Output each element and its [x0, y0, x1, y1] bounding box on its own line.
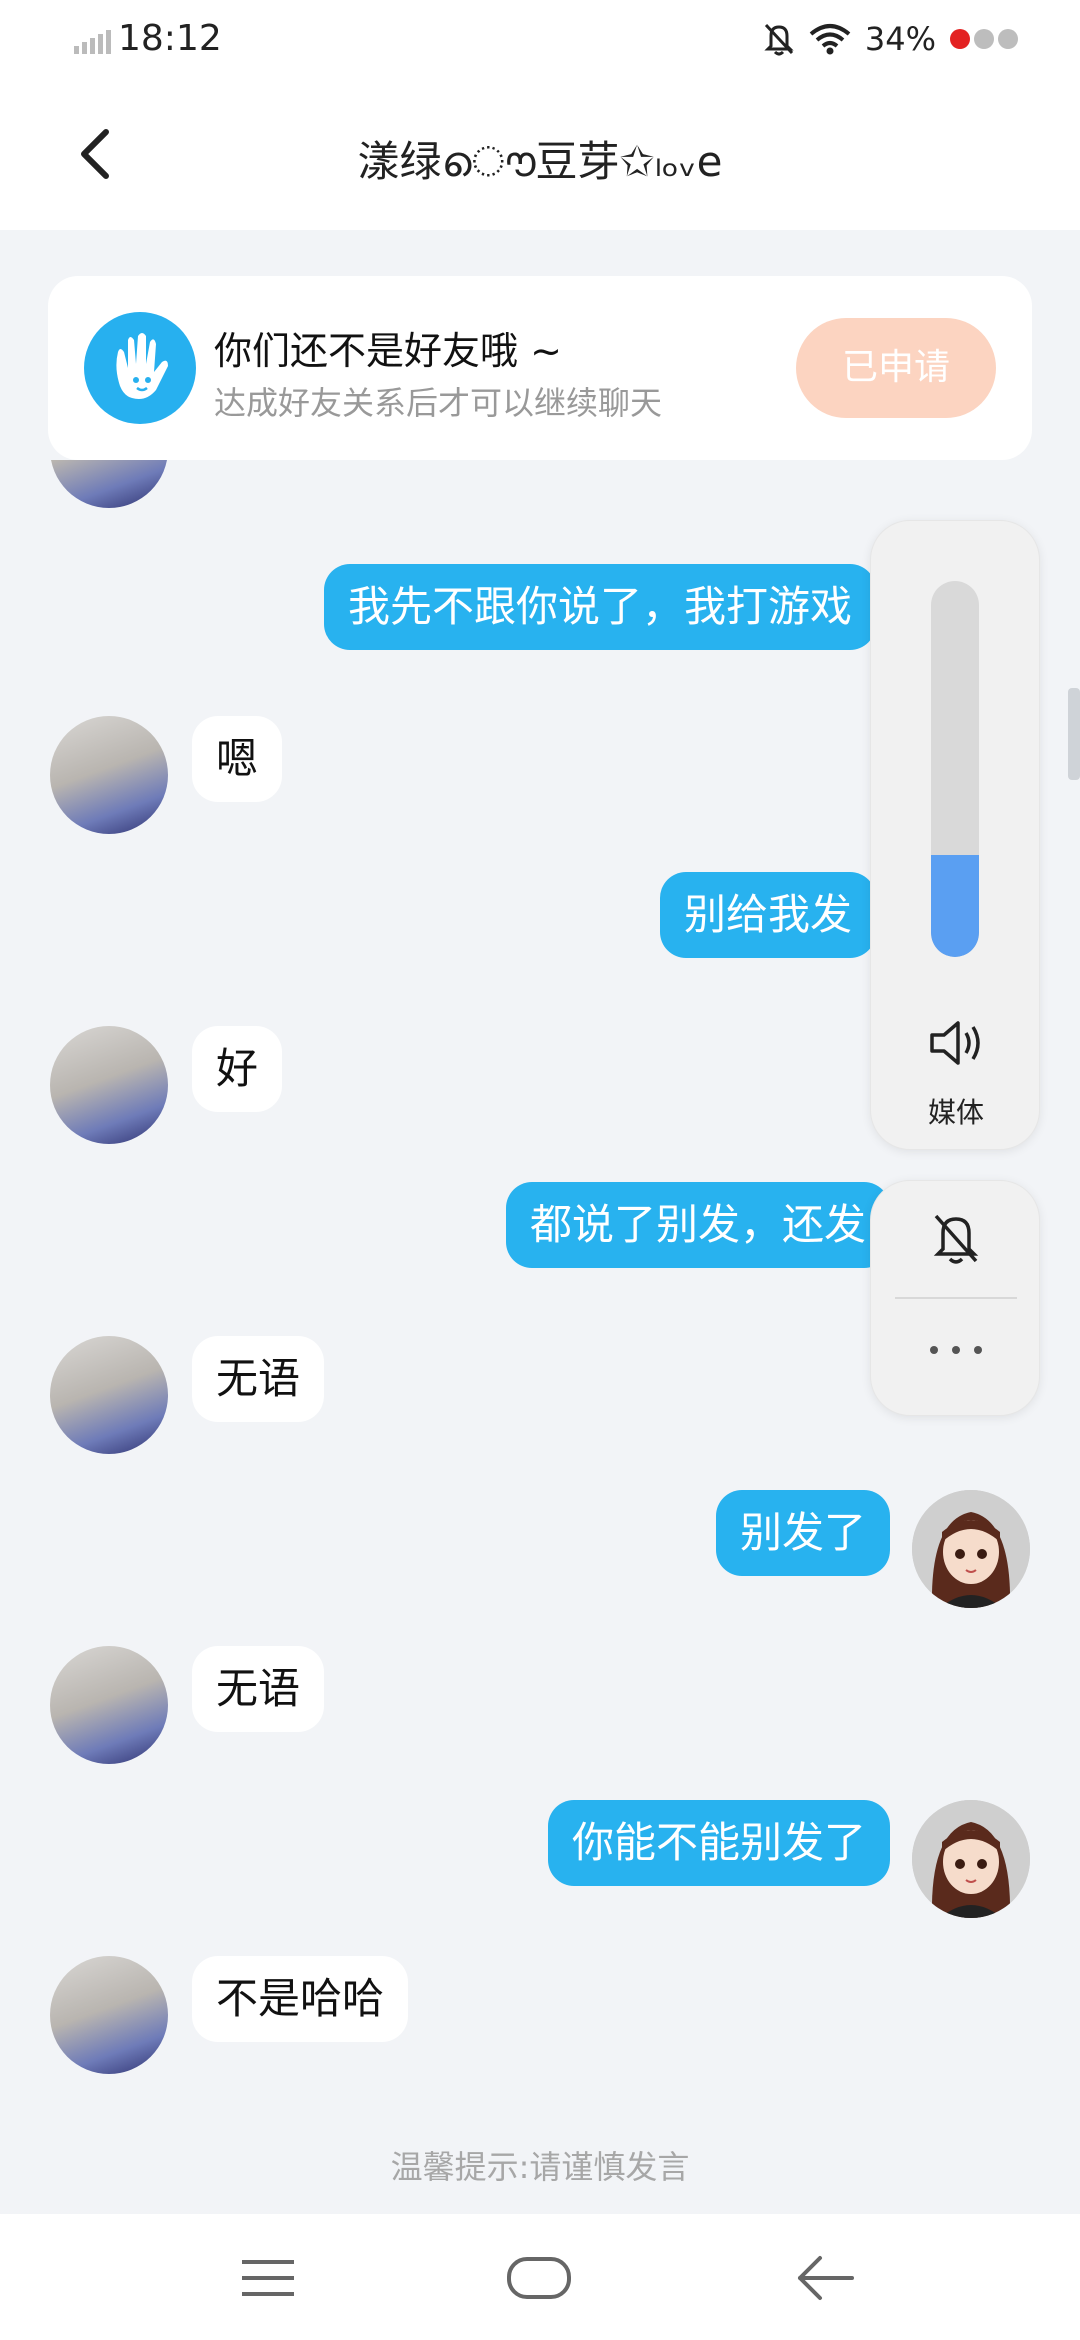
signal-icon	[74, 30, 111, 54]
more-options-icon[interactable]	[926, 1343, 986, 1357]
my-avatar[interactable]	[912, 1800, 1030, 1918]
message-bubble-in[interactable]: 无语	[192, 1336, 325, 1422]
volume-slider[interactable]	[931, 581, 979, 957]
message-bubble-in[interactable]: 好	[192, 1026, 283, 1112]
page-title: 漾绿ൌ豆芽✩ₗₒᵥe	[357, 137, 723, 186]
status-time: 18:12	[118, 18, 222, 59]
scrollbar[interactable]	[1068, 688, 1080, 780]
wifi-icon	[809, 24, 851, 55]
volume-panel[interactable]: 媒体	[870, 520, 1040, 1150]
battery-percent: 34%	[864, 20, 936, 58]
message-bubble-in[interactable]: 嗯	[192, 716, 283, 802]
mute-bell-icon	[764, 23, 794, 56]
message-bubble-out[interactable]: 你能不能别发了	[547, 1800, 890, 1886]
footer-tip: 温馨提示:请谨慎发言	[390, 2148, 690, 2186]
message-bubble-in[interactable]: 无语	[192, 1646, 325, 1732]
notice-title: 你们还不是好友哦 ~	[214, 329, 562, 373]
notice-subtitle: 达成好友关系后才可以继续聊天	[214, 384, 663, 422]
status-bar: 18:12 34%	[0, 0, 1080, 86]
friend-avatar[interactable]	[50, 1956, 168, 2074]
divider	[895, 1297, 1017, 1299]
message-bubble-out[interactable]: 我先不跟你说了，我打游戏	[323, 564, 876, 650]
system-nav-bar	[0, 2214, 1080, 2340]
volume-slider-fill	[931, 855, 979, 957]
volume-stream-label: 媒体	[927, 1096, 984, 1129]
applied-button[interactable]: 已申请	[796, 318, 996, 418]
ringer-panel	[870, 1180, 1040, 1416]
battery-indicator	[950, 29, 1018, 49]
chat-header: 漾绿ൌ豆芽✩ₗₒᵥe	[0, 86, 1080, 230]
menu-icon[interactable]	[240, 2258, 296, 2298]
friend-avatar[interactable]	[50, 1646, 168, 1764]
speaker-icon[interactable]	[926, 1017, 986, 1069]
home-icon[interactable]	[506, 2256, 572, 2300]
friend-avatar[interactable]	[50, 716, 168, 834]
friend-avatar[interactable]	[50, 460, 168, 508]
friend-avatar[interactable]	[50, 1026, 168, 1144]
hand-logo-icon	[84, 312, 196, 424]
system-back-icon[interactable]	[796, 2254, 854, 2302]
friend-request-card: 你们还不是好友哦 ~ 达成好友关系后才可以继续聊天 已申请	[48, 276, 1032, 460]
message-bubble-out[interactable]: 都说了别发，还发	[505, 1182, 890, 1268]
my-avatar[interactable]	[912, 1490, 1030, 1608]
friend-avatar[interactable]	[50, 1336, 168, 1454]
message-bubble-out[interactable]: 别给我发	[659, 872, 876, 958]
mute-bell-icon[interactable]	[931, 1211, 981, 1265]
message-bubble-in[interactable]: 不是哈哈	[192, 1956, 409, 2042]
message-bubble-out[interactable]: 别发了	[715, 1490, 890, 1576]
